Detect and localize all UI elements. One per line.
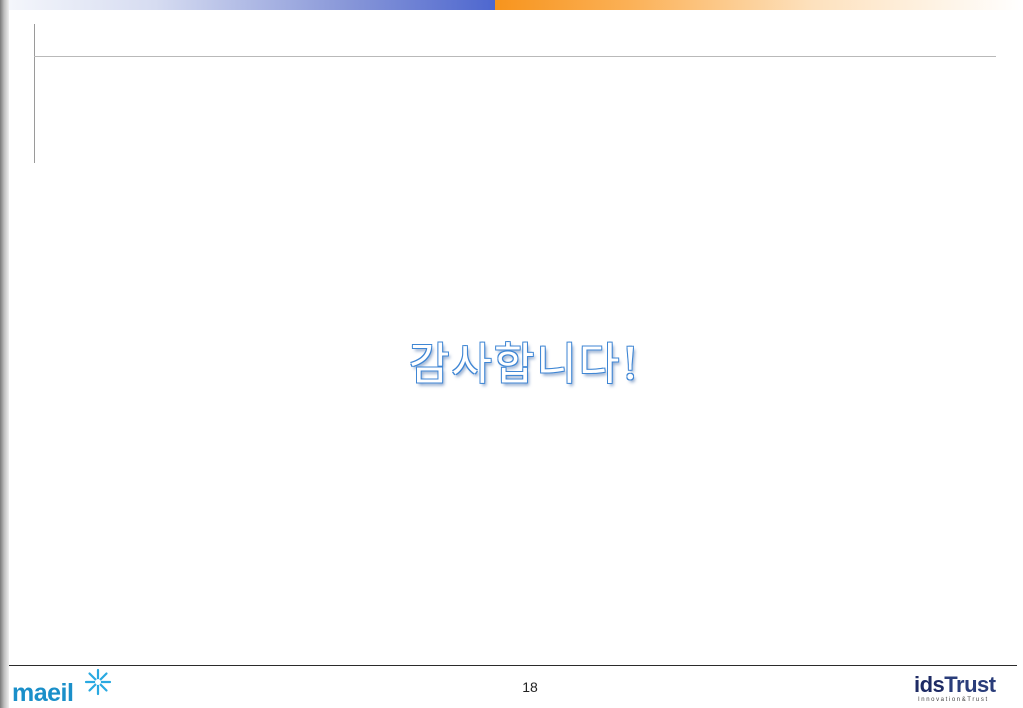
top-bar-blue-segment [9, 0, 495, 10]
idstrust-logo-trust: Trust [944, 672, 996, 697]
idstrust-logo-ids: ids [914, 672, 945, 697]
footer-divider [9, 665, 1017, 666]
top-bar-orange-segment [495, 0, 1023, 10]
thank-you-message: 감사합니다! [408, 339, 642, 390]
idstrust-logo-text: idsTrust [914, 673, 996, 697]
maeil-logo-text: maeil [12, 679, 74, 707]
idstrust-tagline: Innovation&Trust [918, 697, 989, 703]
title-area-horizontal-rule [34, 56, 996, 57]
top-decor-bar [9, 0, 1023, 10]
idstrust-logo: idsTrust Innovation&Trust [914, 673, 1014, 708]
maeil-logo: maeil [12, 668, 122, 708]
title-area-vertical-rule [34, 24, 35, 163]
page-number: 18 [522, 679, 538, 695]
sparkle-icon [84, 668, 112, 696]
